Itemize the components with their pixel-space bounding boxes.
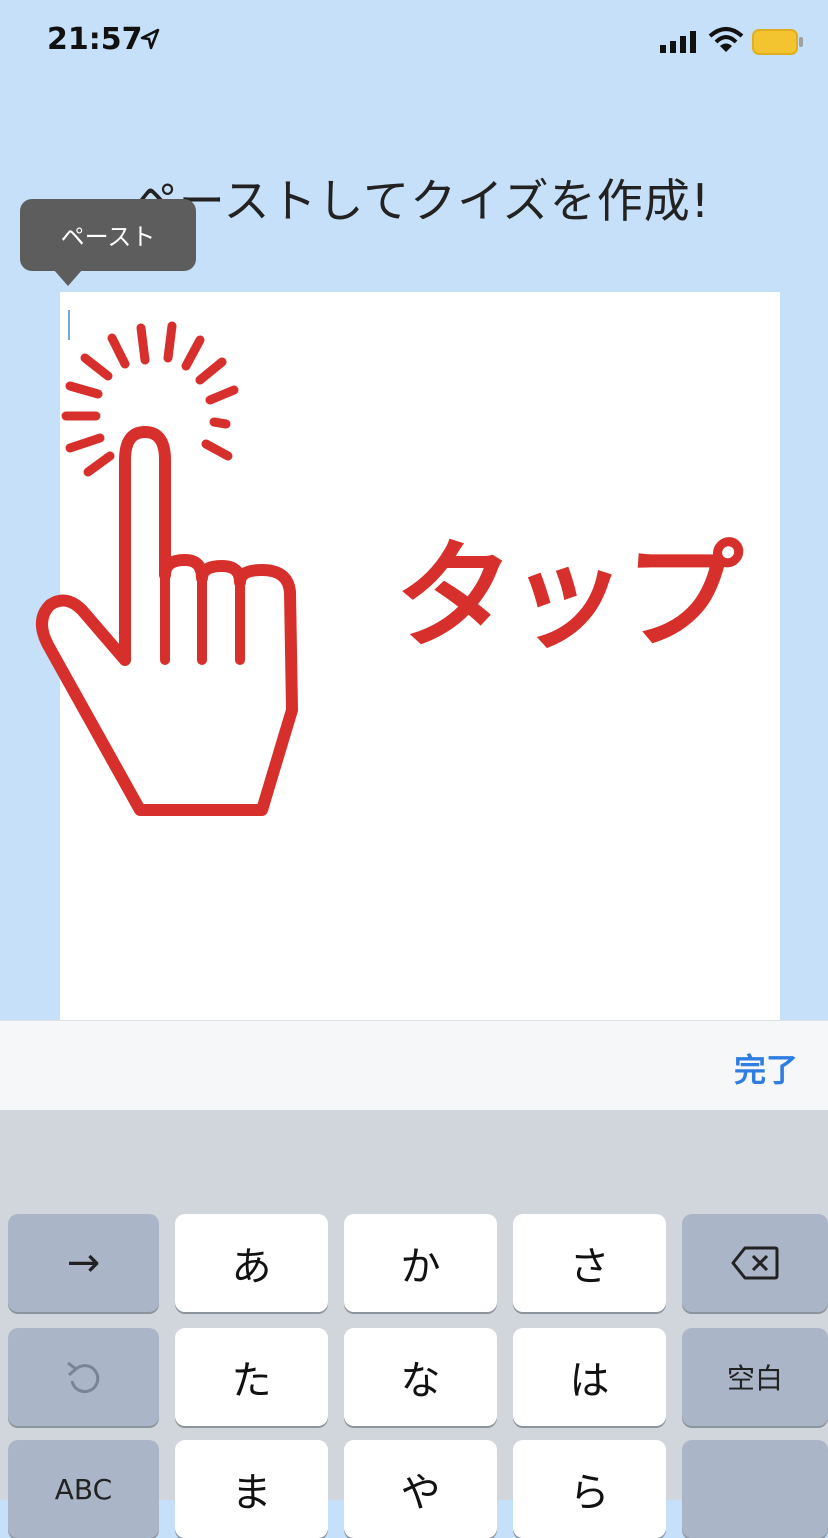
tap-overlay-label: タップ	[389, 527, 742, 665]
key-ma[interactable]: ま	[175, 1440, 328, 1538]
key-ra[interactable]: ら	[513, 1440, 666, 1538]
key-ta[interactable]: た	[175, 1328, 328, 1426]
key-ya[interactable]: や	[344, 1440, 497, 1538]
wifi-icon	[708, 27, 744, 52]
location-arrow-icon	[140, 28, 160, 50]
backspace-icon	[731, 1246, 779, 1280]
key-next-arrow[interactable]: →	[8, 1214, 159, 1312]
status-time: 21:57	[47, 22, 143, 57]
key-na[interactable]: な	[344, 1328, 497, 1426]
key-ka[interactable]: か	[344, 1214, 497, 1312]
key-return[interactable]	[682, 1440, 828, 1538]
key-ha[interactable]: は	[513, 1328, 666, 1426]
paste-tooltip-button[interactable]: ペースト	[20, 199, 196, 271]
key-space-label: 空白	[726, 1362, 783, 1395]
battery-icon	[752, 29, 803, 55]
japanese-keyboard: → あ か さ た な は 空白 ABC ま や ら	[0, 1110, 828, 1538]
done-button[interactable]: 完了	[734, 1045, 798, 1091]
tooltip-arrow	[54, 270, 82, 286]
key-a[interactable]: あ	[175, 1214, 328, 1312]
tap-hand-icon	[36, 321, 298, 816]
key-undo[interactable]	[8, 1328, 159, 1426]
keyboard-accessory-bar: 完了	[0, 1020, 828, 1111]
signal-bars-icon	[660, 31, 696, 53]
undo-icon	[66, 1361, 99, 1394]
key-sa[interactable]: さ	[513, 1214, 666, 1312]
status-bar: 21:57	[0, 0, 828, 90]
key-abc-label: ABC	[54, 1472, 113, 1506]
key-space[interactable]: 空白	[682, 1328, 828, 1426]
key-backspace[interactable]	[682, 1214, 828, 1312]
key-abc[interactable]: ABC	[8, 1440, 159, 1538]
